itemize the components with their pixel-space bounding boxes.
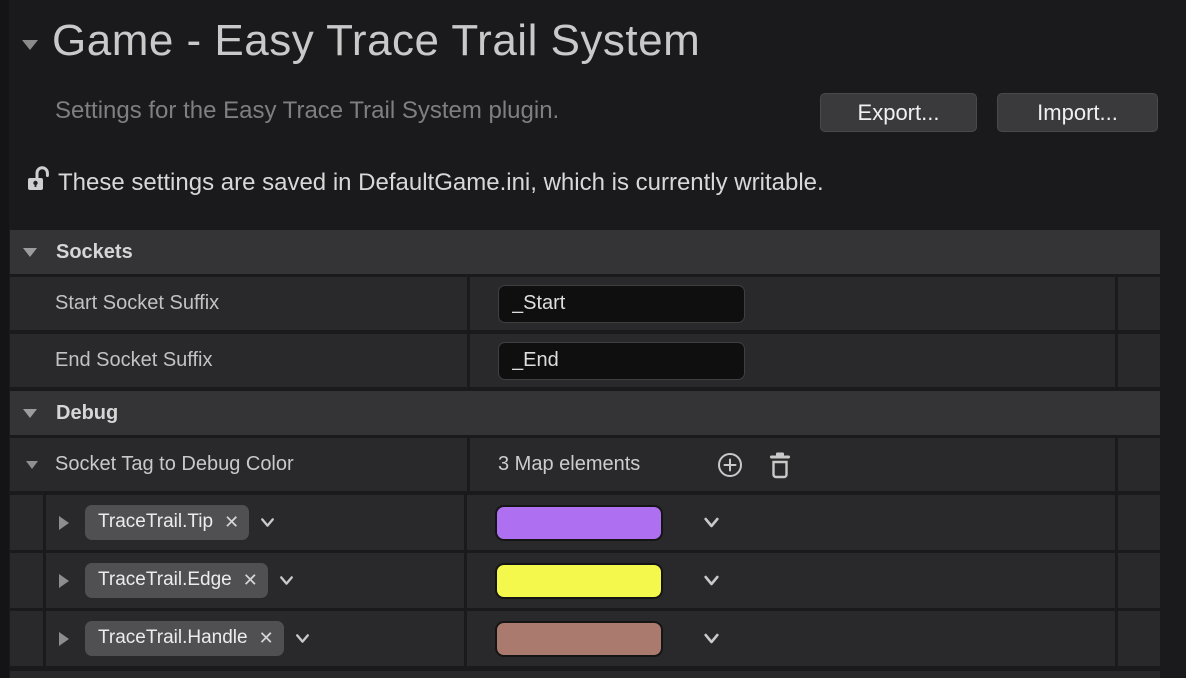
tag-dropdown-icon[interactable] [277, 571, 296, 590]
expand-row-icon[interactable] [59, 632, 69, 646]
tag-label: TraceTrail.Edge [98, 569, 232, 591]
page-collapse-arrow-icon[interactable] [22, 40, 38, 50]
row-reset-cell [1115, 277, 1160, 330]
indent-cell [10, 611, 43, 666]
property-label: Start Socket Suffix [10, 277, 467, 330]
row-reset-cell [1115, 495, 1160, 550]
map-collapse-icon[interactable] [26, 461, 38, 469]
delete-map-elements-button[interactable] [767, 451, 793, 479]
remove-tag-icon[interactable]: ✕ [243, 571, 258, 589]
map-element-row: TraceTrail.Edge ✕ [10, 553, 1160, 608]
gameplay-tag-chip[interactable]: TraceTrail.Edge ✕ [85, 563, 268, 598]
add-map-element-button[interactable] [716, 451, 744, 479]
next-row-peek [10, 671, 1160, 678]
tag-dropdown-icon[interactable] [258, 513, 277, 532]
debug-color-swatch[interactable] [495, 505, 663, 541]
page-title: Game - Easy Trace Trail System [52, 16, 700, 66]
map-elements-count: 3 Map elements [498, 453, 640, 476]
debug-color-swatch[interactable] [495, 621, 663, 657]
plus-circle-icon [716, 451, 744, 479]
expand-row-icon[interactable] [59, 516, 69, 530]
gameplay-tag-chip[interactable]: TraceTrail.Handle ✕ [85, 621, 284, 656]
section-label: Debug [56, 402, 118, 425]
trash-icon [767, 451, 793, 479]
row-start-socket-suffix: Start Socket Suffix [10, 277, 1160, 330]
tag-label: TraceTrail.Tip [98, 511, 213, 533]
settings-table: Sockets Start Socket Suffix End Socket S… [10, 230, 1160, 669]
property-label: End Socket Suffix [10, 334, 467, 387]
expand-row-icon[interactable] [59, 574, 69, 588]
row-reset-cell [1115, 334, 1160, 387]
map-element-row: TraceTrail.Handle ✕ [10, 611, 1160, 666]
color-dropdown-icon[interactable] [701, 512, 722, 533]
section-label: Sockets [56, 241, 133, 264]
start-socket-suffix-input[interactable] [498, 285, 745, 323]
row-reset-cell [1115, 438, 1160, 491]
left-margin-strip [0, 0, 9, 678]
tag-label: TraceTrail.Handle [98, 627, 248, 649]
map-element-row: TraceTrail.Tip ✕ [10, 495, 1160, 550]
section-header-sockets[interactable]: Sockets [10, 230, 1160, 274]
page-subtitle: Settings for the Easy Trace Trail System… [55, 97, 559, 125]
section-collapse-icon [23, 248, 37, 257]
export-button[interactable]: Export... [820, 93, 977, 132]
row-socket-tag-to-debug-color: Socket Tag to Debug Color 3 Map elements [10, 438, 1160, 491]
tag-dropdown-icon[interactable] [293, 629, 312, 648]
section-header-debug[interactable]: Debug [10, 391, 1160, 435]
color-dropdown-icon[interactable] [701, 570, 722, 591]
row-reset-cell [1115, 553, 1160, 608]
remove-tag-icon[interactable]: ✕ [224, 513, 239, 531]
row-reset-cell [1115, 611, 1160, 666]
indent-cell [10, 495, 43, 550]
ini-writable-notice: These settings are saved in DefaultGame.… [58, 169, 824, 197]
unlocked-padlock-icon [25, 165, 55, 195]
row-end-socket-suffix: End Socket Suffix [10, 334, 1160, 387]
indent-cell [10, 553, 43, 608]
property-label: Socket Tag to Debug Color [55, 453, 294, 476]
remove-tag-icon[interactable]: ✕ [259, 629, 274, 647]
color-dropdown-icon[interactable] [701, 628, 722, 649]
debug-color-swatch[interactable] [495, 563, 663, 599]
section-collapse-icon [23, 409, 37, 418]
end-socket-suffix-input[interactable] [498, 342, 745, 380]
import-button[interactable]: Import... [997, 93, 1158, 132]
gameplay-tag-chip[interactable]: TraceTrail.Tip ✕ [85, 505, 249, 540]
